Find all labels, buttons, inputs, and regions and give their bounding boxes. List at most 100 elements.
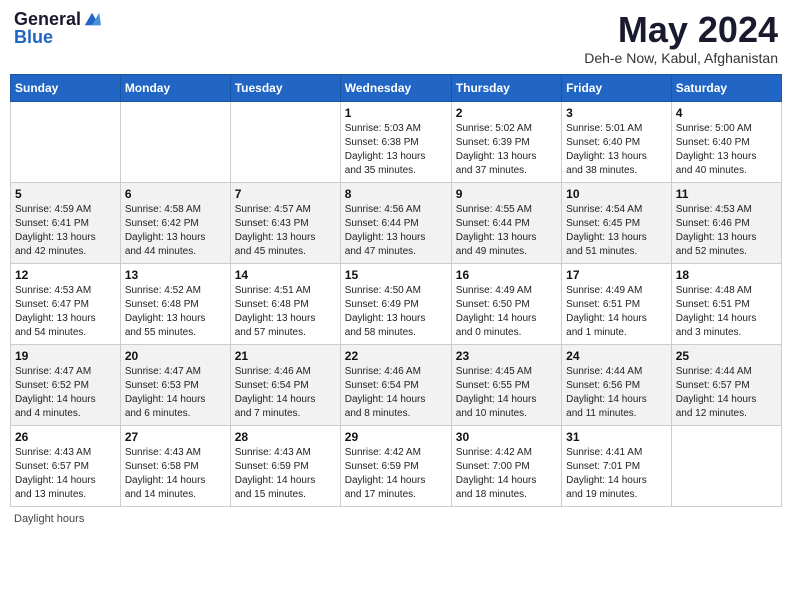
logo: General Blue — [14, 10, 101, 46]
day-number: 6 — [125, 187, 226, 201]
calendar-cell: 19 Sunrise: 4:47 AM Sunset: 6:52 PM Dayli… — [11, 344, 121, 425]
day-info: Sunrise: 4:41 AM Sunset: 7:01 PM Dayligh… — [566, 446, 667, 502]
calendar-week-row: 26 Sunrise: 4:43 AM Sunset: 6:57 PM Dayli… — [11, 425, 782, 506]
day-info: Sunrise: 4:53 AM Sunset: 6:46 PM Dayligh… — [676, 203, 777, 259]
day-info: Sunrise: 4:58 AM Sunset: 6:42 PM Dayligh… — [125, 203, 226, 259]
day-number: 23 — [456, 349, 557, 363]
calendar-week-row: 19 Sunrise: 4:47 AM Sunset: 6:52 PM Dayli… — [11, 344, 782, 425]
calendar-cell: 18 Sunrise: 4:48 AM Sunset: 6:51 PM Dayli… — [671, 263, 781, 344]
calendar-cell: 13Sunrise: 4:52 AM Sunset: 6:48 PM Dayli… — [120, 263, 230, 344]
day-number: 5 — [15, 187, 116, 201]
day-number: 30 — [456, 430, 557, 444]
day-info: Sunrise: 5:02 AM Sunset: 6:39 PM Dayligh… — [456, 122, 557, 178]
day-number: 21 — [235, 349, 336, 363]
day-number: 2 — [456, 106, 557, 120]
day-number: 17 — [566, 268, 667, 282]
day-info: Sunrise: 4:48 AM Sunset: 6:51 PM Dayligh… — [676, 284, 777, 340]
calendar-cell — [230, 101, 340, 182]
day-info: Sunrise: 4:55 AM Sunset: 6:44 PM Dayligh… — [456, 203, 557, 259]
calendar-cell: 2 Sunrise: 5:02 AM Sunset: 6:39 PM Daylig… — [451, 101, 561, 182]
calendar-cell: 7Sunrise: 4:57 AM Sunset: 6:43 PM Daylig… — [230, 182, 340, 263]
day-number: 12 — [15, 268, 116, 282]
calendar-day-header: Tuesday — [230, 74, 340, 101]
day-info: Sunrise: 4:54 AM Sunset: 6:45 PM Dayligh… — [566, 203, 667, 259]
calendar-day-header: Sunday — [11, 74, 121, 101]
day-number: 31 — [566, 430, 667, 444]
day-info: Sunrise: 4:45 AM Sunset: 6:55 PM Dayligh… — [456, 365, 557, 421]
calendar-cell: 25 Sunrise: 4:44 AM Sunset: 6:57 PM Dayli… — [671, 344, 781, 425]
calendar-cell: 28 Sunrise: 4:43 AM Sunset: 6:59 PM Dayli… — [230, 425, 340, 506]
day-info: Sunrise: 4:44 AM Sunset: 6:57 PM Dayligh… — [676, 365, 777, 421]
day-number: 29 — [345, 430, 447, 444]
calendar-cell: 6 Sunrise: 4:58 AM Sunset: 6:42 PM Daylig… — [120, 182, 230, 263]
day-number: 26 — [15, 430, 116, 444]
day-number: 25 — [676, 349, 777, 363]
page-header: General Blue May 2024 Deh-e Now, Kabul, … — [10, 10, 782, 66]
calendar-cell: 15 Sunrise: 4:50 AM Sunset: 6:49 PM Dayli… — [340, 263, 451, 344]
calendar-day-header: Monday — [120, 74, 230, 101]
day-info: Sunrise: 4:43 AM Sunset: 6:57 PM Dayligh… — [15, 446, 116, 502]
day-number: 19 — [15, 349, 116, 363]
day-info: Sunrise: 5:01 AM Sunset: 6:40 PM Dayligh… — [566, 122, 667, 178]
day-number: 18 — [676, 268, 777, 282]
calendar-table: SundayMondayTuesdayWednesdayThursdayFrid… — [10, 74, 782, 507]
calendar-cell — [11, 101, 121, 182]
day-info: Sunrise: 4:42 AM Sunset: 7:00 PM Dayligh… — [456, 446, 557, 502]
day-number: 1 — [345, 106, 447, 120]
day-info: Sunrise: 5:00 AM Sunset: 6:40 PM Dayligh… — [676, 122, 777, 178]
logo-text-general: General — [14, 10, 81, 28]
day-number: 20 — [125, 349, 226, 363]
day-number: 7 — [235, 187, 336, 201]
day-number: 10 — [566, 187, 667, 201]
day-info: Sunrise: 4:47 AM Sunset: 6:52 PM Dayligh… — [15, 365, 116, 421]
calendar-cell: 29 Sunrise: 4:42 AM Sunset: 6:59 PM Dayli… — [340, 425, 451, 506]
day-number: 28 — [235, 430, 336, 444]
calendar-cell: 11 Sunrise: 4:53 AM Sunset: 6:46 PM Dayli… — [671, 182, 781, 263]
calendar-cell: 24Sunrise: 4:44 AM Sunset: 6:56 PM Dayli… — [562, 344, 672, 425]
day-info: Sunrise: 4:42 AM Sunset: 6:59 PM Dayligh… — [345, 446, 447, 502]
day-info: Sunrise: 4:43 AM Sunset: 6:58 PM Dayligh… — [125, 446, 226, 502]
daylight-label: Daylight hours — [14, 513, 84, 525]
calendar-day-header: Friday — [562, 74, 672, 101]
footer: Daylight hours — [10, 513, 782, 525]
day-number: 8 — [345, 187, 447, 201]
day-info: Sunrise: 4:52 AM Sunset: 6:48 PM Dayligh… — [125, 284, 226, 340]
calendar-cell: 23 Sunrise: 4:45 AM Sunset: 6:55 PM Dayli… — [451, 344, 561, 425]
calendar-day-header: Wednesday — [340, 74, 451, 101]
day-info: Sunrise: 4:43 AM Sunset: 6:59 PM Dayligh… — [235, 446, 336, 502]
day-info: Sunrise: 4:56 AM Sunset: 6:44 PM Dayligh… — [345, 203, 447, 259]
day-info: Sunrise: 4:44 AM Sunset: 6:56 PM Dayligh… — [566, 365, 667, 421]
logo-icon — [83, 12, 101, 26]
calendar-cell — [120, 101, 230, 182]
calendar-cell: 14Sunrise: 4:51 AM Sunset: 6:48 PM Dayli… — [230, 263, 340, 344]
calendar-week-row: 12Sunrise: 4:53 AM Sunset: 6:47 PM Dayli… — [11, 263, 782, 344]
day-number: 11 — [676, 187, 777, 201]
location: Deh-e Now, Kabul, Afghanistan — [584, 50, 778, 66]
day-info: Sunrise: 4:46 AM Sunset: 6:54 PM Dayligh… — [235, 365, 336, 421]
day-number: 9 — [456, 187, 557, 201]
logo-text-blue: Blue — [14, 28, 53, 46]
calendar-cell: 30 Sunrise: 4:42 AM Sunset: 7:00 PM Dayli… — [451, 425, 561, 506]
calendar-cell: 4Sunrise: 5:00 AM Sunset: 6:40 PM Daylig… — [671, 101, 781, 182]
day-info: Sunrise: 4:49 AM Sunset: 6:51 PM Dayligh… — [566, 284, 667, 340]
day-info: Sunrise: 4:59 AM Sunset: 6:41 PM Dayligh… — [15, 203, 116, 259]
calendar-day-header: Thursday — [451, 74, 561, 101]
month-title: May 2024 — [584, 10, 778, 50]
calendar-cell — [671, 425, 781, 506]
day-number: 16 — [456, 268, 557, 282]
calendar-cell: 27Sunrise: 4:43 AM Sunset: 6:58 PM Dayli… — [120, 425, 230, 506]
calendar-day-header: Saturday — [671, 74, 781, 101]
day-number: 22 — [345, 349, 447, 363]
calendar-cell: 1 Sunrise: 5:03 AM Sunset: 6:38 PM Daylig… — [340, 101, 451, 182]
title-area: May 2024 Deh-e Now, Kabul, Afghanistan — [584, 10, 778, 66]
calendar-header-row: SundayMondayTuesdayWednesdayThursdayFrid… — [11, 74, 782, 101]
calendar-cell: 10 Sunrise: 4:54 AM Sunset: 6:45 PM Dayli… — [562, 182, 672, 263]
calendar-cell: 12Sunrise: 4:53 AM Sunset: 6:47 PM Dayli… — [11, 263, 121, 344]
calendar-cell: 5 Sunrise: 4:59 AM Sunset: 6:41 PM Daylig… — [11, 182, 121, 263]
calendar-cell: 16Sunrise: 4:49 AM Sunset: 6:50 PM Dayli… — [451, 263, 561, 344]
day-info: Sunrise: 4:50 AM Sunset: 6:49 PM Dayligh… — [345, 284, 447, 340]
calendar-cell: 8 Sunrise: 4:56 AM Sunset: 6:44 PM Daylig… — [340, 182, 451, 263]
day-number: 15 — [345, 268, 447, 282]
calendar-cell: 22Sunrise: 4:46 AM Sunset: 6:54 PM Dayli… — [340, 344, 451, 425]
day-info: Sunrise: 5:03 AM Sunset: 6:38 PM Dayligh… — [345, 122, 447, 178]
